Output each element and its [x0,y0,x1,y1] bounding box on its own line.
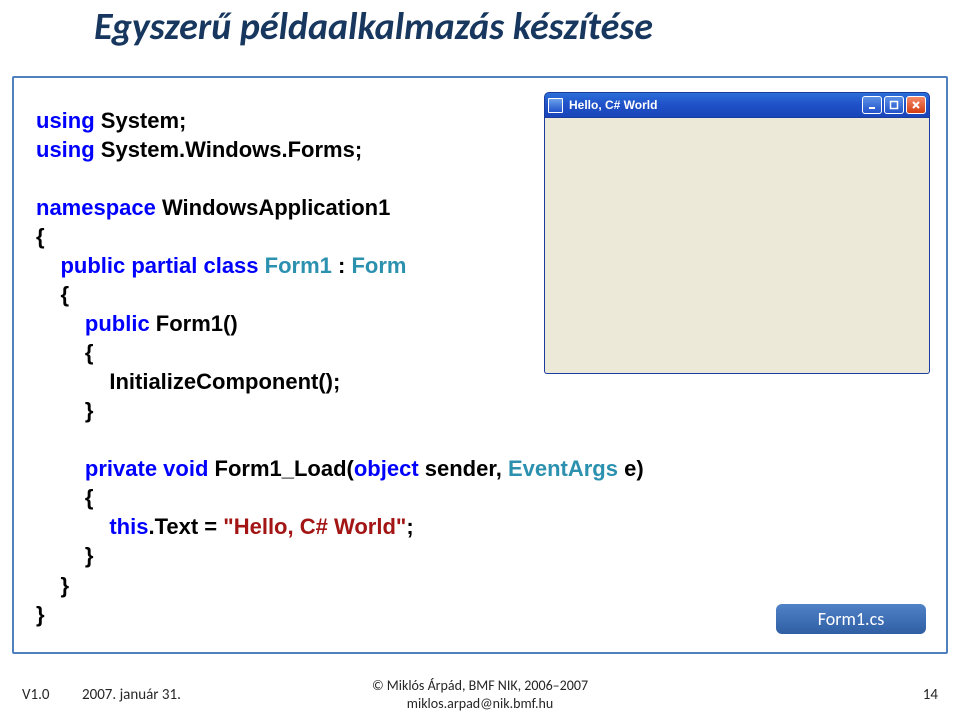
code-text: Form1_Load( [208,456,353,481]
keyword: public [85,311,150,336]
copyright: © Miklós Árpád, BMF NIK, 2006–2007 miklo… [0,677,960,712]
keyword: this [109,514,148,539]
code-text: { [36,224,45,249]
content-frame: using System; using System.Windows.Forms… [12,76,948,654]
code-text [36,456,85,481]
code-text: } [36,602,45,627]
footer: V1.0 2007. január 31. © Miklós Árpád, BM… [0,664,960,718]
window-buttons [862,96,926,114]
code-text: { [36,485,93,510]
code-text: ; [406,514,413,539]
code-text [36,311,85,336]
code-text: InitializeComponent(); [36,369,340,394]
code-text: } [36,543,93,568]
keyword: private void [85,456,208,481]
code-text: System; [95,108,187,133]
window-title: Hello, C# World [569,98,862,112]
slide-title: Egyszerű példaalkalmazás készítése [94,4,653,50]
code-text: { [36,282,69,307]
type-name: Form1 [265,253,332,278]
code-text: : [332,253,352,278]
filename-badge: Form1.cs [776,604,926,634]
code-text: } [36,398,93,423]
code-text: .Text = [148,514,223,539]
copyright-line1: © Miklós Árpád, BMF NIK, 2006–2007 [372,677,588,694]
copyright-line2: miklos.arpad@nik.bmf.hu [407,695,553,712]
page-number: 14 [923,686,938,704]
close-button[interactable] [906,96,926,114]
code-text: e) [618,456,644,481]
keyword: object [354,456,419,481]
window-client-area [544,118,930,374]
code-text: } [36,573,69,598]
code-text [36,253,60,278]
type-name: EventArgs [508,456,618,481]
code-text: Form1() [150,311,238,336]
code-text [36,514,109,539]
window-titlebar: Hello, C# World [544,92,930,118]
keyword: using [36,137,95,162]
slide: Egyszerű példaalkalmazás készítése using… [0,0,960,718]
keyword: using [36,108,95,133]
code-text: { [36,340,93,365]
filename-text: Form1.cs [818,608,885,630]
code-text: sender, [419,456,508,481]
keyword: public partial class [60,253,264,278]
string-literal: "Hello, C# World" [223,514,406,539]
type-name: Form [351,253,406,278]
minimize-button[interactable] [862,96,882,114]
keyword: namespace [36,195,156,220]
code-text: WindowsApplication1 [156,195,390,220]
sample-window: Hello, C# World [544,92,930,376]
code-text: System.Windows.Forms; [95,137,363,162]
app-icon [548,98,563,113]
maximize-button[interactable] [884,96,904,114]
